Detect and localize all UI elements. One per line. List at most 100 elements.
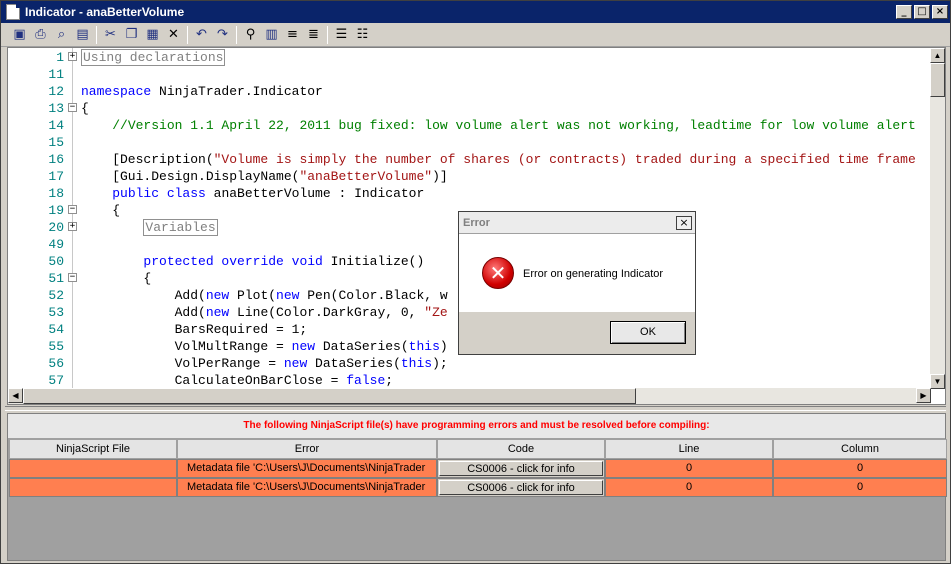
dialog-close-button[interactable]: × xyxy=(676,215,692,230)
delete-icon[interactable]: ✕ xyxy=(163,25,184,45)
line-number: 15 xyxy=(48,135,64,150)
cell-error: Metadata file 'C:\Users\J\Documents\Ninj… xyxy=(177,478,437,497)
code-text: protected override void Initialize() xyxy=(143,254,425,269)
line-number: 11 xyxy=(48,67,64,82)
expand-icon[interactable]: + xyxy=(68,222,77,231)
minimize-button[interactable]: _ xyxy=(896,5,912,19)
code-text: namespace NinjaTrader.Indicator xyxy=(81,84,323,99)
print-icon[interactable]: ⎙ xyxy=(30,25,51,45)
scroll-left-icon[interactable]: ◀ xyxy=(8,388,23,403)
code-text: { xyxy=(81,203,121,218)
outdent-icon[interactable]: ≣ xyxy=(303,25,324,45)
maximize-button[interactable]: □ xyxy=(914,5,930,19)
line-number: 14 xyxy=(48,118,64,133)
column-header-file[interactable]: NinjaScript File xyxy=(9,439,177,459)
line-number: 56 xyxy=(48,356,64,371)
title-bar[interactable]: Indicator - anaBetterVolume _ □ × xyxy=(1,1,950,23)
code-line[interactable]: 11 xyxy=(8,66,931,83)
vertical-scrollbar[interactable]: ▲ ▼ xyxy=(930,48,945,389)
close-button[interactable]: × xyxy=(932,5,948,19)
line-number: 1 xyxy=(56,50,64,65)
error-table-header: NinjaScript File Error Code Line Column xyxy=(9,439,947,459)
table-row[interactable]: Metadata file 'C:\Users\J\Documents\Ninj… xyxy=(9,478,947,497)
code-line[interactable]: 14 //Version 1.1 April 22, 2011 bug fixe… xyxy=(8,117,931,134)
line-number: 19 xyxy=(48,203,64,218)
collapse-icon[interactable]: − xyxy=(68,205,77,214)
window-title: Indicator - anaBetterVolume xyxy=(25,5,185,19)
line-number: 18 xyxy=(48,186,64,201)
undo-icon[interactable]: ↶ xyxy=(191,25,212,45)
code-line[interactable]: 13−{ xyxy=(8,100,931,117)
dialog-title: Error xyxy=(463,216,490,229)
cut-icon[interactable]: ✂ xyxy=(100,25,121,45)
find-icon[interactable]: ⚲ xyxy=(240,25,261,45)
cell-file xyxy=(9,478,177,497)
column-header-error[interactable]: Error xyxy=(177,439,437,459)
line-number: 51 xyxy=(48,271,64,286)
code-info-button[interactable]: CS0006 - click for info xyxy=(439,461,603,476)
toolbar-separator xyxy=(187,25,188,44)
code-line[interactable]: 15 xyxy=(8,134,931,151)
panel-splitter[interactable] xyxy=(5,406,946,411)
error-dialog: Error × ✕ Error on generating Indicator … xyxy=(458,211,696,355)
line-number: 13 xyxy=(48,101,64,116)
code-text: Add(new Line(Color.DarkGray, 0, "Ze xyxy=(81,305,448,320)
code-line[interactable]: 1 + Using declarations xyxy=(8,49,931,66)
code-text: [Gui.Design.DisplayName("anaBetterVolume… xyxy=(81,169,448,184)
collapse-icon[interactable]: − xyxy=(68,273,77,282)
toolbar: ▣ ⎙ ⌕ ▤ ✂ ❐ ▦ ✕ ↶ ↷ ⚲ ▥ ≡ ≣ ☰ ☷ xyxy=(1,23,950,47)
column-header-column[interactable]: Column xyxy=(773,439,947,459)
copy-icon[interactable]: ❐ xyxy=(121,25,142,45)
line-number: 54 xyxy=(48,322,64,337)
undo-history-icon[interactable]: ▤ xyxy=(72,25,93,45)
code-text: //Version 1.1 April 22, 2011 bug fixed: … xyxy=(112,118,916,133)
scroll-thumb[interactable] xyxy=(930,63,945,97)
scroll-right-icon[interactable]: ▶ xyxy=(916,388,931,403)
scroll-thumb-horizontal[interactable] xyxy=(23,388,636,404)
code-text: Variables xyxy=(143,219,218,236)
code-line[interactable]: 57 CalculateOnBarClose = false; xyxy=(8,372,931,389)
indicator-window: Indicator - anaBetterVolume _ □ × ▣ ⎙ ⌕ … xyxy=(0,0,951,564)
code-text: { xyxy=(81,271,152,286)
cell-line: 0 xyxy=(605,459,773,478)
cell-line: 0 xyxy=(605,478,773,497)
table-row[interactable]: Metadata file 'C:\Users\J\Documents\Ninj… xyxy=(9,459,947,478)
line-number: 57 xyxy=(48,373,64,388)
line-number: 50 xyxy=(48,254,64,269)
cell-error: Metadata file 'C:\Users\J\Documents\Ninj… xyxy=(177,459,437,478)
collapse-icon[interactable]: − xyxy=(68,103,77,112)
code-info-button[interactable]: CS0006 - click for info xyxy=(439,480,603,495)
column-header-code[interactable]: Code xyxy=(437,439,605,459)
uncomment-icon[interactable]: ☷ xyxy=(352,25,373,45)
comment-icon[interactable]: ☰ xyxy=(331,25,352,45)
cell-file xyxy=(9,459,177,478)
dialog-title-bar[interactable]: Error × xyxy=(459,212,695,234)
error-panel: The following NinjaScript file(s) have p… xyxy=(7,413,947,561)
code-text: CalculateOnBarClose = false; xyxy=(81,373,394,388)
redo-icon[interactable]: ↷ xyxy=(212,25,233,45)
line-number: 17 xyxy=(48,169,64,184)
column-header-line[interactable]: Line xyxy=(605,439,773,459)
document-icon xyxy=(6,4,20,20)
paste-icon[interactable]: ▦ xyxy=(142,25,163,45)
print-preview-icon[interactable]: ⌕ xyxy=(51,25,72,45)
code-line[interactable]: 12 namespace NinjaTrader.Indicator xyxy=(8,83,931,100)
line-number: 53 xyxy=(48,305,64,320)
error-icon: ✕ xyxy=(482,257,514,289)
cell-column: 0 xyxy=(773,478,947,497)
horizontal-scrollbar[interactable]: ◀ ▶ xyxy=(8,388,931,404)
code-line[interactable]: 16 [Description("Volume is simply the nu… xyxy=(8,151,931,168)
scroll-down-icon[interactable]: ▼ xyxy=(930,374,945,389)
expand-icon[interactable]: + xyxy=(68,52,77,61)
dialog-body: ✕ Error on generating Indicator xyxy=(459,234,695,312)
code-text: [Description("Volume is simply the numbe… xyxy=(81,152,916,167)
scroll-up-icon[interactable]: ▲ xyxy=(930,48,945,63)
indent-icon[interactable]: ≡ xyxy=(282,25,303,45)
numbers-icon[interactable]: ▥ xyxy=(261,25,282,45)
code-line[interactable]: 56 VolPerRange = new DataSeries(this); xyxy=(8,355,931,372)
code-line[interactable]: 17 [Gui.Design.DisplayName("anaBetterVol… xyxy=(8,168,931,185)
code-line[interactable]: 18 public class anaBetterVolume : Indica… xyxy=(8,185,931,202)
save-icon[interactable]: ▣ xyxy=(9,25,30,45)
error-header: The following NinjaScript file(s) have p… xyxy=(8,414,945,438)
ok-button[interactable]: OK xyxy=(610,321,686,344)
